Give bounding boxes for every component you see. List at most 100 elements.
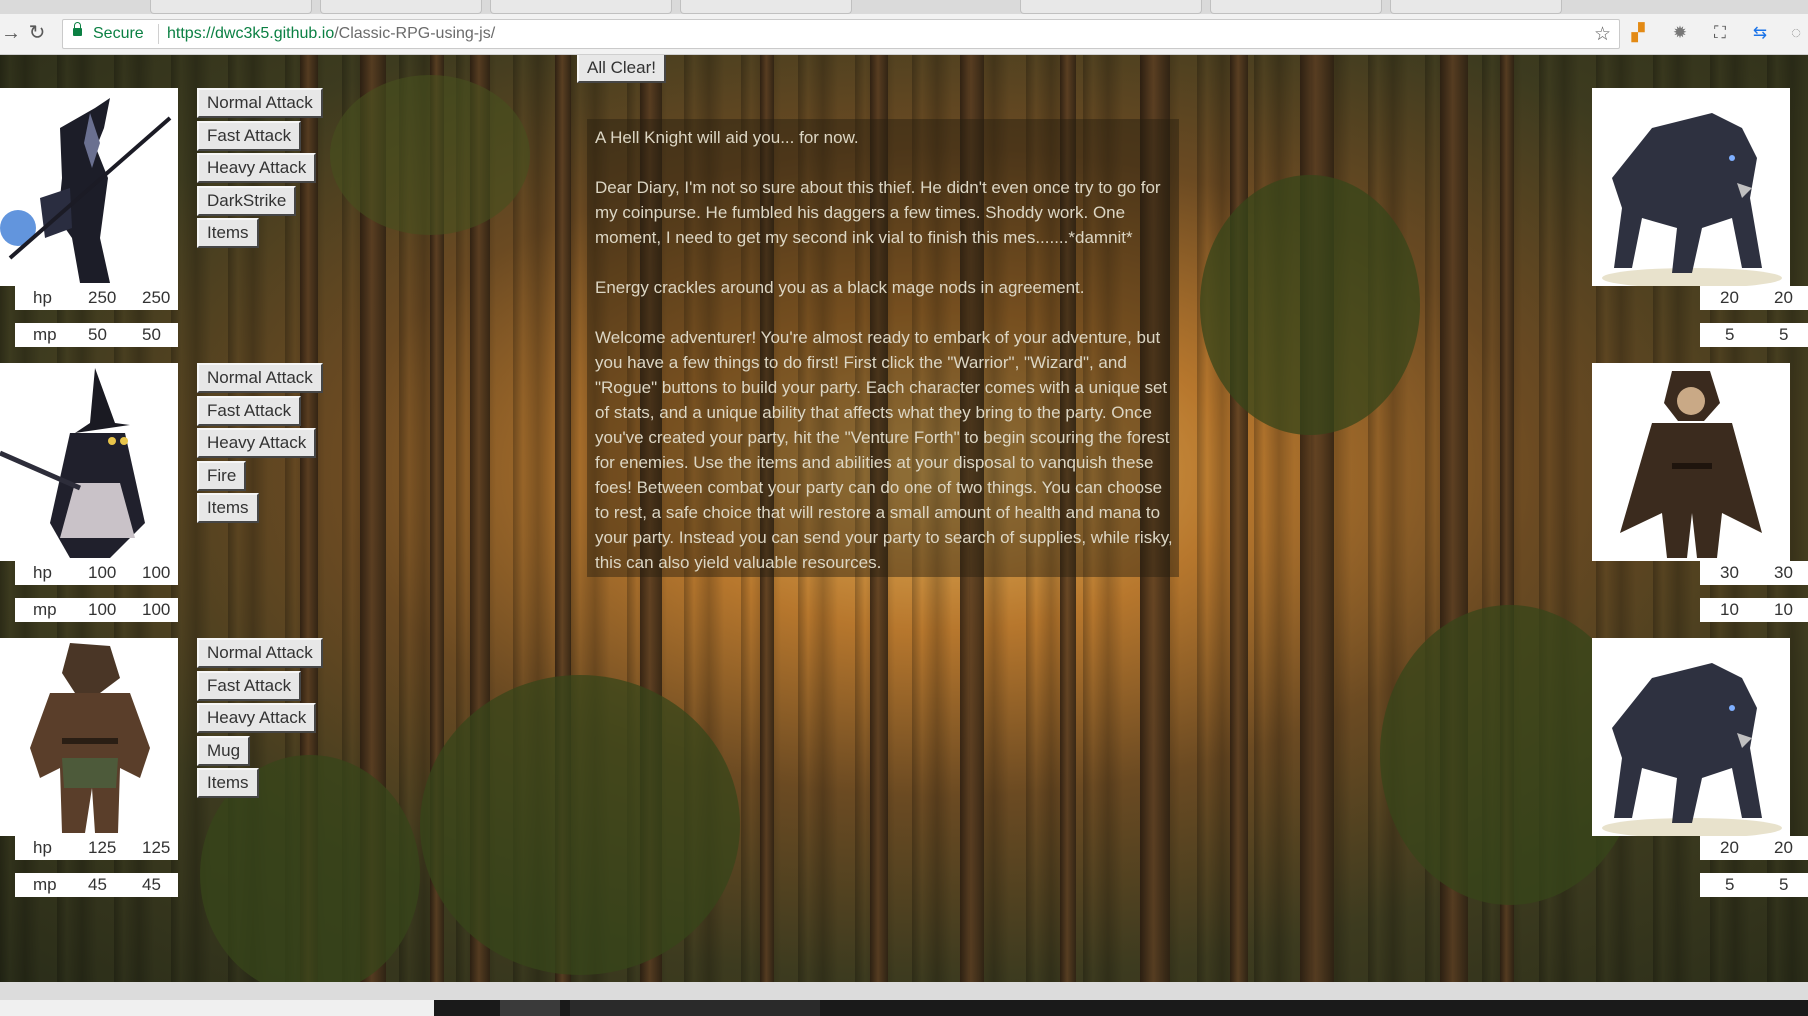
log-entry: Welcome adventurer! You're almost ready … — [595, 328, 1173, 572]
hp-row: hp 125 125 — [15, 836, 178, 860]
url-path: /Classic-RPG-using-js/ — [334, 25, 496, 42]
log-entry: Dear Diary, I'm not so sure about this t… — [595, 178, 1161, 247]
fast-attack-button[interactable]: Fast Attack — [197, 121, 302, 151]
enemy-mp-current: 10 — [1720, 600, 1739, 619]
bug-icon[interactable]: ✹ — [1670, 23, 1690, 43]
tab-strip — [0, 0, 1808, 15]
items-button[interactable]: Items — [197, 218, 259, 248]
items-button[interactable]: Items — [197, 493, 259, 523]
fast-attack-button[interactable]: Fast Attack — [197, 396, 302, 426]
browser-toolbar: → ↻ Secure https://dwc3k5.github.io/Clas… — [0, 14, 1808, 55]
wolf-enemy-portrait[interactable] — [1592, 638, 1790, 836]
browser-tab[interactable] — [1020, 0, 1202, 14]
taskbar-app[interactable] — [570, 1000, 820, 1016]
enemy-mp-max: 10 — [1774, 600, 1793, 619]
mp-row: mp 100 100 — [15, 598, 178, 622]
normal-attack-button[interactable]: Normal Attack — [197, 88, 323, 118]
url-host: https://dwc3k5.github.io — [167, 25, 335, 42]
mp-current: 45 — [88, 875, 107, 894]
mp-current: 50 — [88, 325, 107, 344]
enemy-hp-row: 20 20 — [1700, 286, 1808, 310]
mp-current: 100 — [88, 600, 117, 619]
mp-label: mp — [33, 325, 57, 344]
wolf-icon — [1602, 113, 1782, 286]
log-entry: A Hell Knight will aid you... for now. — [595, 128, 859, 147]
enemy-hp-row: 30 30 — [1700, 561, 1808, 585]
taskbar-search[interactable] — [0, 1000, 434, 1016]
hp-row: hp 100 100 — [15, 561, 178, 585]
heavy-attack-button[interactable]: Heavy Attack — [197, 428, 317, 458]
screenshot-icon[interactable]: ⛶ — [1710, 23, 1730, 43]
divider — [158, 24, 159, 44]
heavy-attack-button[interactable]: Heavy Attack — [197, 703, 317, 733]
thief-portrait — [0, 638, 178, 836]
items-button[interactable]: Items — [197, 768, 259, 798]
hp-max: 250 — [142, 288, 171, 307]
combat-log: A Hell Knight will aid you... for now. D… — [587, 119, 1179, 577]
foliage — [420, 675, 740, 975]
sync-icon[interactable]: ⇆ — [1750, 23, 1770, 43]
mp-label: mp — [33, 600, 57, 619]
enemy-hp-current: 30 — [1720, 563, 1739, 582]
reload-icon[interactable]: ↻ — [26, 22, 48, 44]
horizontal-scrollbar[interactable] — [0, 982, 1808, 1000]
hp-max: 125 — [142, 838, 171, 857]
browser-tab[interactable] — [320, 0, 482, 14]
taskbar-app[interactable] — [500, 1000, 560, 1016]
lock-icon — [73, 22, 82, 36]
bookmark-star-icon[interactable]: ☆ — [1594, 23, 1611, 46]
enemy-mp-max: 5 — [1779, 875, 1789, 894]
hp-label: hp — [33, 563, 52, 582]
hp-label: hp — [33, 288, 52, 307]
heavy-attack-button[interactable]: Heavy Attack — [197, 153, 317, 183]
wolf-enemy-portrait[interactable] — [1592, 88, 1790, 286]
forward-icon[interactable]: → — [0, 22, 22, 44]
log-entry: Energy crackles around you as a black ma… — [595, 278, 1085, 297]
enemy-hp-max: 20 — [1774, 838, 1793, 857]
enemy-hp-current: 20 — [1720, 838, 1739, 857]
extension-icon[interactable]: ▞ — [1628, 23, 1648, 43]
menu-icon[interactable]: ◌ — [1786, 23, 1806, 43]
enemy-mp-row: 5 5 — [1700, 323, 1808, 347]
enemy-hp-max: 30 — [1774, 563, 1793, 582]
fast-attack-button[interactable]: Fast Attack — [197, 671, 302, 701]
url-text[interactable]: https://dwc3k5.github.io/Classic-RPG-usi… — [167, 25, 495, 43]
browser-tab[interactable] — [1210, 0, 1382, 14]
hp-current: 125 — [88, 838, 117, 857]
darkstrike-button[interactable]: DarkStrike — [197, 186, 297, 216]
browser-tab[interactable] — [150, 0, 312, 14]
foliage — [330, 75, 530, 235]
mug-button[interactable]: Mug — [197, 736, 251, 766]
hp-label: hp — [33, 838, 52, 857]
hell-knight-portrait — [0, 88, 178, 286]
hp-max: 100 — [142, 563, 171, 582]
enemy-hp-current: 20 — [1720, 288, 1739, 307]
browser-tab[interactable] — [490, 0, 672, 14]
black-mage-portrait — [0, 363, 178, 561]
mp-max: 50 — [142, 325, 161, 344]
enemy-mp-current: 5 — [1725, 325, 1735, 344]
enemy-mp-row: 10 10 — [1700, 598, 1808, 622]
bandit-icon — [1620, 371, 1762, 558]
browser-tab[interactable] — [1390, 0, 1562, 14]
fire-button[interactable]: Fire — [197, 461, 247, 491]
enemy-mp-max: 5 — [1779, 325, 1789, 344]
foliage — [1200, 175, 1420, 435]
mp-max: 100 — [142, 600, 171, 619]
tree-trunk — [1230, 55, 1248, 982]
hp-current: 250 — [88, 288, 117, 307]
all-clear-button[interactable]: All Clear! — [577, 55, 666, 83]
browser-tab[interactable] — [680, 0, 852, 14]
bandit-enemy-portrait[interactable] — [1592, 363, 1790, 561]
hp-current: 100 — [88, 563, 117, 582]
taskbar — [0, 1000, 1808, 1016]
hp-row: hp 250 250 — [15, 286, 178, 310]
hell-knight-icon — [0, 98, 172, 283]
wolf-icon — [1602, 663, 1782, 836]
address-bar[interactable]: Secure https://dwc3k5.github.io/Classic-… — [62, 19, 1620, 49]
normal-attack-button[interactable]: Normal Attack — [197, 363, 323, 393]
black-mage-icon — [0, 368, 145, 558]
enemy-hp-row: 20 20 — [1700, 836, 1808, 860]
normal-attack-button[interactable]: Normal Attack — [197, 638, 323, 668]
enemy-mp-row: 5 5 — [1700, 873, 1808, 897]
